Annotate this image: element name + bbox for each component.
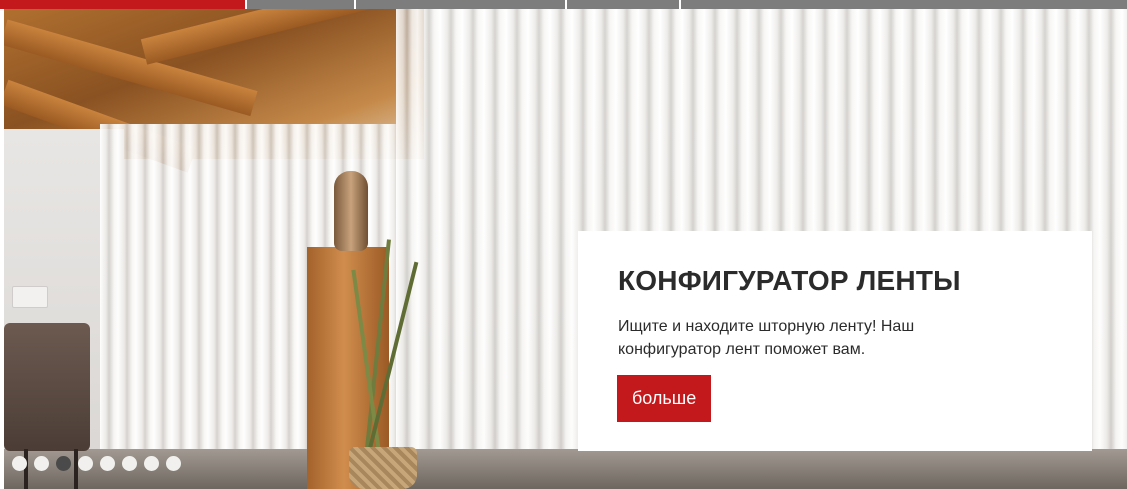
carousel-dots: [12, 456, 181, 471]
nav-tab[interactable]: [245, 0, 354, 9]
hero-slider: КОНФИГУРАТОР ЛЕНТЫ Ищите и находите штор…: [4, 9, 1127, 489]
nav-tab[interactable]: [354, 0, 565, 9]
carousel-dot-active[interactable]: [56, 456, 71, 471]
nav-tab[interactable]: [679, 0, 1127, 9]
carousel-dot[interactable]: [100, 456, 115, 471]
carousel-dot[interactable]: [34, 456, 49, 471]
sculpture: [334, 171, 368, 251]
more-button[interactable]: больше: [617, 375, 712, 422]
slide-description: Ищите и находите шторную ленту! Наш конф…: [618, 318, 915, 358]
carousel-dot[interactable]: [144, 456, 159, 471]
plant-pot: [349, 447, 417, 489]
carousel-dot[interactable]: [78, 456, 93, 471]
nav-tab[interactable]: [565, 0, 679, 9]
carousel-dot[interactable]: [122, 456, 137, 471]
nav-tab-active[interactable]: [0, 0, 245, 9]
chair: [4, 323, 90, 451]
slide-content-card: КОНФИГУРАТОР ЛЕНТЫ Ищите и находите штор…: [578, 231, 1092, 451]
slide-title: КОНФИГУРАТОР ЛЕНТЫ: [618, 265, 961, 296]
carousel-dot[interactable]: [166, 456, 181, 471]
light-switch: [12, 286, 48, 308]
top-navigation-bar: [0, 0, 1127, 9]
carousel-dot[interactable]: [12, 456, 27, 471]
